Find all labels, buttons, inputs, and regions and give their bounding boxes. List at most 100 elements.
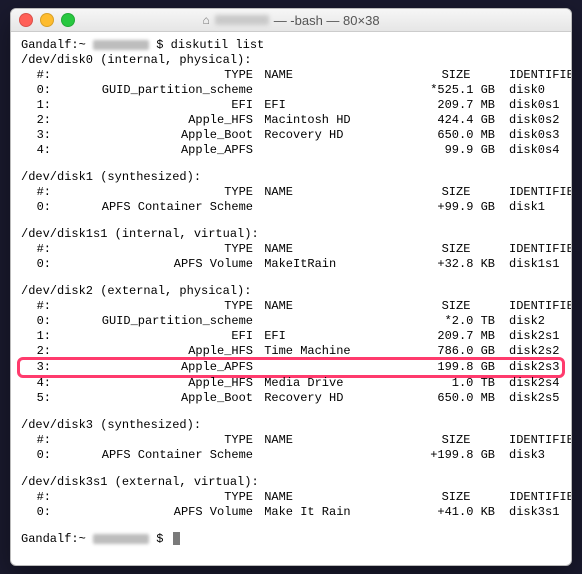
partition-size: +41.0 KB <box>417 505 495 520</box>
col-header-name: NAME <box>253 433 417 448</box>
col-header-size: SIZE <box>417 185 495 200</box>
partition-index: 3: <box>21 360 51 375</box>
device-text: /dev/disk1s1 (internal, virtual): <box>21 227 259 241</box>
device-line: /dev/disk1 (synthesized): <box>21 170 561 185</box>
partition-identifier: disk0s1 <box>495 98 559 113</box>
col-header-type: TYPE <box>51 490 253 505</box>
device-text: /dev/disk3s1 (external, virtual): <box>21 475 259 489</box>
col-header-name: NAME <box>253 242 417 257</box>
titlebar[interactable]: ⌂ — -bash — 80×38 <box>11 9 571 32</box>
partition-size: 1.0 TB <box>417 376 495 391</box>
partition-size: 99.9 GB <box>417 143 495 158</box>
partition-type: APFS Volume <box>51 505 253 520</box>
title-suffix: — -bash — 80×38 <box>274 13 380 28</box>
partition-row: 1:EFI EFI209.7 MBdisk0s1 <box>21 98 561 113</box>
partition-name <box>253 200 417 215</box>
partition-name: Recovery HD <box>253 391 417 406</box>
partition-type: EFI <box>51 98 253 113</box>
partition-name: Time Machine <box>253 344 417 359</box>
partition-identifier: disk2s4 <box>495 376 559 391</box>
partition-identifier: disk1 <box>495 200 545 215</box>
col-header-size: SIZE <box>417 299 495 314</box>
partition-index: 4: <box>21 143 51 158</box>
partition-row: 4:Apple_HFS Media Drive1.0 TBdisk2s4 <box>21 376 561 391</box>
col-header-size: SIZE <box>417 490 495 505</box>
col-header-identifier: IDENTIFIER <box>495 490 572 505</box>
partition-type: Apple_Boot <box>51 391 253 406</box>
prompt-line: Gandalf:~ $ <box>21 532 561 547</box>
partition-identifier: disk1s1 <box>495 257 559 272</box>
partition-size: 209.7 MB <box>417 98 495 113</box>
prompt-user-redacted <box>93 40 149 50</box>
device-text: /dev/disk0 (internal, physical): <box>21 53 251 67</box>
partition-index: 0: <box>21 314 51 329</box>
terminal-window: ⌂ — -bash — 80×38 Gandalf:~ $ diskutil l… <box>10 8 572 566</box>
partition-size: 209.7 MB <box>417 329 495 344</box>
partition-index: 0: <box>21 200 51 215</box>
partition-type: Apple_APFS <box>51 360 253 375</box>
partition-name: EFI <box>253 98 417 113</box>
home-icon: ⌂ <box>202 14 209 26</box>
partition-index: 2: <box>21 344 51 359</box>
partition-size: +199.8 GB <box>417 448 495 463</box>
partition-identifier: disk3 <box>495 448 545 463</box>
col-header-name: NAME <box>253 299 417 314</box>
partition-index: 1: <box>21 329 51 344</box>
partition-size: 650.0 MB <box>417 391 495 406</box>
col-header-identifier: IDENTIFIER <box>495 185 572 200</box>
column-header-row: #:TYPE NAMESIZEIDENTIFIER <box>21 299 561 314</box>
col-header-index: #: <box>21 68 51 83</box>
command-text: diskutil list <box>171 38 265 52</box>
partition-type: Apple_Boot <box>51 128 253 143</box>
partition-name: EFI <box>253 329 417 344</box>
partition-row: 1:EFI EFI209.7 MBdisk2s1 <box>21 329 561 344</box>
partition-name: Make It Rain <box>253 505 417 520</box>
col-header-size: SIZE <box>417 433 495 448</box>
partition-type: APFS Container Scheme <box>51 448 253 463</box>
col-header-name: NAME <box>253 490 417 505</box>
partition-identifier: disk0 <box>495 83 545 98</box>
cursor <box>173 532 180 545</box>
col-header-identifier: IDENTIFIER <box>495 433 572 448</box>
partition-type: APFS Container Scheme <box>51 200 253 215</box>
partition-row: 4:Apple_APFS 99.9 GBdisk0s4 <box>21 143 561 158</box>
terminal-body[interactable]: Gandalf:~ $ diskutil list/dev/disk0 (int… <box>11 32 571 565</box>
partition-row: 3:Apple_Boot Recovery HD650.0 MBdisk0s3 <box>21 128 561 143</box>
col-header-identifier: IDENTIFIER <box>495 242 572 257</box>
partition-index: 5: <box>21 391 51 406</box>
partition-identifier: disk3s1 <box>495 505 559 520</box>
partition-size: +32.8 KB <box>417 257 495 272</box>
col-header-size: SIZE <box>417 68 495 83</box>
partition-identifier: disk2s2 <box>495 344 559 359</box>
partition-name: Media Drive <box>253 376 417 391</box>
partition-row: 0:APFS Volume Make It Rain+41.0 KBdisk3s… <box>21 505 561 520</box>
partition-type: APFS Volume <box>51 257 253 272</box>
partition-name: Recovery HD <box>253 128 417 143</box>
partition-type: Apple_HFS <box>51 113 253 128</box>
device-line: /dev/disk3s1 (external, virtual): <box>21 475 561 490</box>
partition-identifier: disk2s3 <box>495 360 559 375</box>
partition-name <box>253 448 417 463</box>
prompt-symbol: $ <box>149 532 171 546</box>
partition-index: 2: <box>21 113 51 128</box>
partition-index: 0: <box>21 505 51 520</box>
partition-identifier: disk2s5 <box>495 391 559 406</box>
prompt-host: Gandalf:~ <box>21 532 93 546</box>
col-header-index: #: <box>21 299 51 314</box>
col-header-type: TYPE <box>51 433 253 448</box>
partition-name <box>253 360 417 375</box>
title-redacted <box>215 15 269 25</box>
partition-identifier: disk0s3 <box>495 128 559 143</box>
device-text: /dev/disk3 (synthesized): <box>21 418 201 432</box>
col-header-index: #: <box>21 433 51 448</box>
partition-name <box>253 314 417 329</box>
partition-row: 0:GUID_partition_scheme *525.1 GBdisk0 <box>21 83 561 98</box>
column-header-row: #:TYPE NAMESIZEIDENTIFIER <box>21 242 561 257</box>
partition-index: 0: <box>21 83 51 98</box>
partition-index: 1: <box>21 98 51 113</box>
partition-name: MakeItRain <box>253 257 417 272</box>
partition-row: 0:APFS Container Scheme +99.9 GBdisk1 <box>21 200 561 215</box>
device-line: /dev/disk3 (synthesized): <box>21 418 561 433</box>
column-header-row: #:TYPE NAMESIZEIDENTIFIER <box>21 433 561 448</box>
partition-index: 4: <box>21 376 51 391</box>
